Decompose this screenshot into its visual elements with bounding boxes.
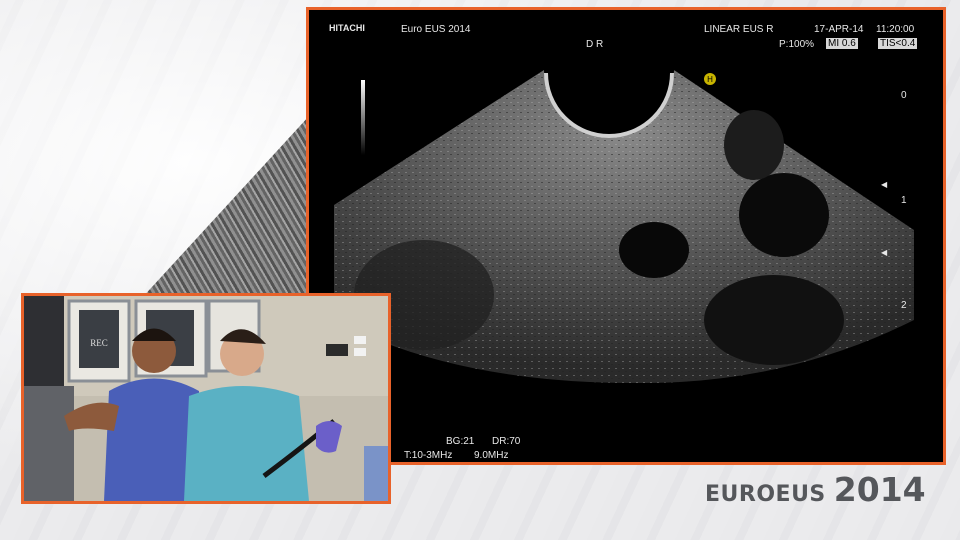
ultrasound-image: H <box>334 70 914 384</box>
orientation-label: D R <box>586 39 604 50</box>
brand-name: EUROEUS <box>705 482 826 507</box>
date-label: 17-APR-14 <box>814 24 864 35</box>
brand-logo: EUROEUS 2014 <box>705 470 926 509</box>
tis-label: TIS<0.4 <box>878 38 918 49</box>
depth-label-0: 0 <box>901 90 907 101</box>
rec-sign: REC <box>90 338 108 348</box>
dr-label: DR:70 <box>492 436 521 447</box>
probe-marker: H <box>707 75 713 84</box>
background-ultrasound-streak <box>140 115 310 300</box>
depth-scale: 0 1 2 ◀ ◀ <box>881 90 917 370</box>
bg-label: BG:21 <box>446 436 475 447</box>
ultrasound-panel: HITACHI Euro EUS 2014 D R LINEAR EUS R 1… <box>306 7 946 465</box>
event-label: Euro EUS 2014 <box>401 24 471 35</box>
video-frame-image: REC <box>24 296 388 501</box>
frequency-range-label: T:10-3MHz <box>404 450 453 461</box>
focus-marker-icon: ◀ <box>881 180 888 189</box>
power-label: P:100% <box>779 39 815 50</box>
frequency-label: 9.0MHz <box>474 450 509 461</box>
depth-label-2: 2 <box>901 300 907 311</box>
brand-year: 2014 <box>833 470 926 509</box>
depth-label-1: 1 <box>901 195 907 206</box>
mi-label: MI 0.6 <box>826 38 858 49</box>
video-inset: REC <box>21 293 391 504</box>
manufacturer-label: HITACHI <box>329 23 365 33</box>
mode-label: LINEAR EUS R <box>704 24 774 35</box>
time-label: 11:20:00 <box>876 24 915 35</box>
focus-marker-icon: ◀ <box>881 248 888 257</box>
